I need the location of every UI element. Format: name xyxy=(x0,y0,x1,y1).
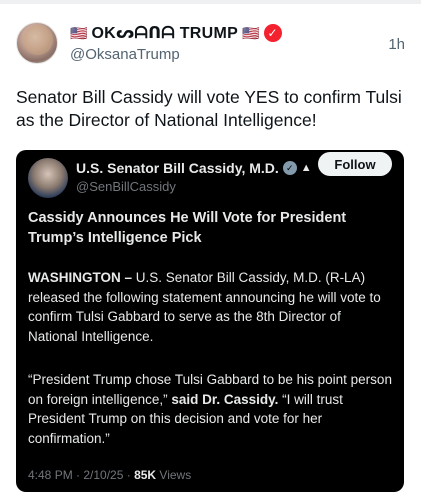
attribution: said Dr. Cassidy. xyxy=(171,391,279,407)
quoted-paragraph-1: WASHINGTON – U.S. Senator Bill Cassidy, … xyxy=(28,268,394,346)
divider xyxy=(0,0,421,4)
post-time[interactable]: 1h xyxy=(388,36,405,53)
tweet-text: Senator Bill Cassidy will vote YES to co… xyxy=(16,87,402,130)
quoted-timestamp[interactable]: 4:48 PM · 2/10/25 · xyxy=(28,468,134,482)
tweet[interactable]: 🇺🇸 OKᔕᗩᑎᗩ TRUMP 🇺🇸 ✓ @OksanaTrump 1h Sen… xyxy=(0,0,421,500)
quoted-post[interactable]: U.S. Senator Bill Cassidy, M.D. ✓ ▲ @Sen… xyxy=(16,150,404,492)
verified-check-icon[interactable]: ✓ xyxy=(263,24,282,42)
follow-button[interactable]: Follow xyxy=(318,152,392,176)
author-name-row: 🇺🇸 OKᔕᗩᑎᗩ TRUMP 🇺🇸 ✓ xyxy=(70,22,282,44)
government-verified-icon: ✓ xyxy=(282,161,297,175)
us-flag-icon: 🇺🇸 xyxy=(70,25,88,41)
quoted-author-name[interactable]: U.S. Senator Bill Cassidy, M.D. xyxy=(76,160,279,176)
views-label: Views xyxy=(156,468,192,482)
author-handle[interactable]: @OksanaTrump xyxy=(70,46,180,63)
views-count: 85K xyxy=(134,468,157,482)
us-flag-icon: 🇺🇸 xyxy=(242,25,260,41)
notification-bell-icon: ▲ xyxy=(300,162,312,174)
quoted-headline: Cassidy Announces He Will Vote for Presi… xyxy=(28,210,347,246)
quoted-author-handle[interactable]: @SenBillCassidy xyxy=(76,179,176,194)
author-avatar[interactable] xyxy=(16,22,58,64)
quoted-meta: 4:48 PM · 2/10/25 · 85K Views xyxy=(28,468,191,482)
quoted-author-avatar[interactable] xyxy=(28,158,68,198)
dateline: WASHINGTON – xyxy=(28,270,133,285)
author-display-name[interactable]: OKᔕᗩᑎᗩ TRUMP xyxy=(91,23,238,43)
quoted-author-name-row: U.S. Senator Bill Cassidy, M.D. ✓ ▲ xyxy=(76,160,312,176)
quoted-paragraph-2: “President Trump chose Tulsi Gabbard to … xyxy=(28,370,394,448)
